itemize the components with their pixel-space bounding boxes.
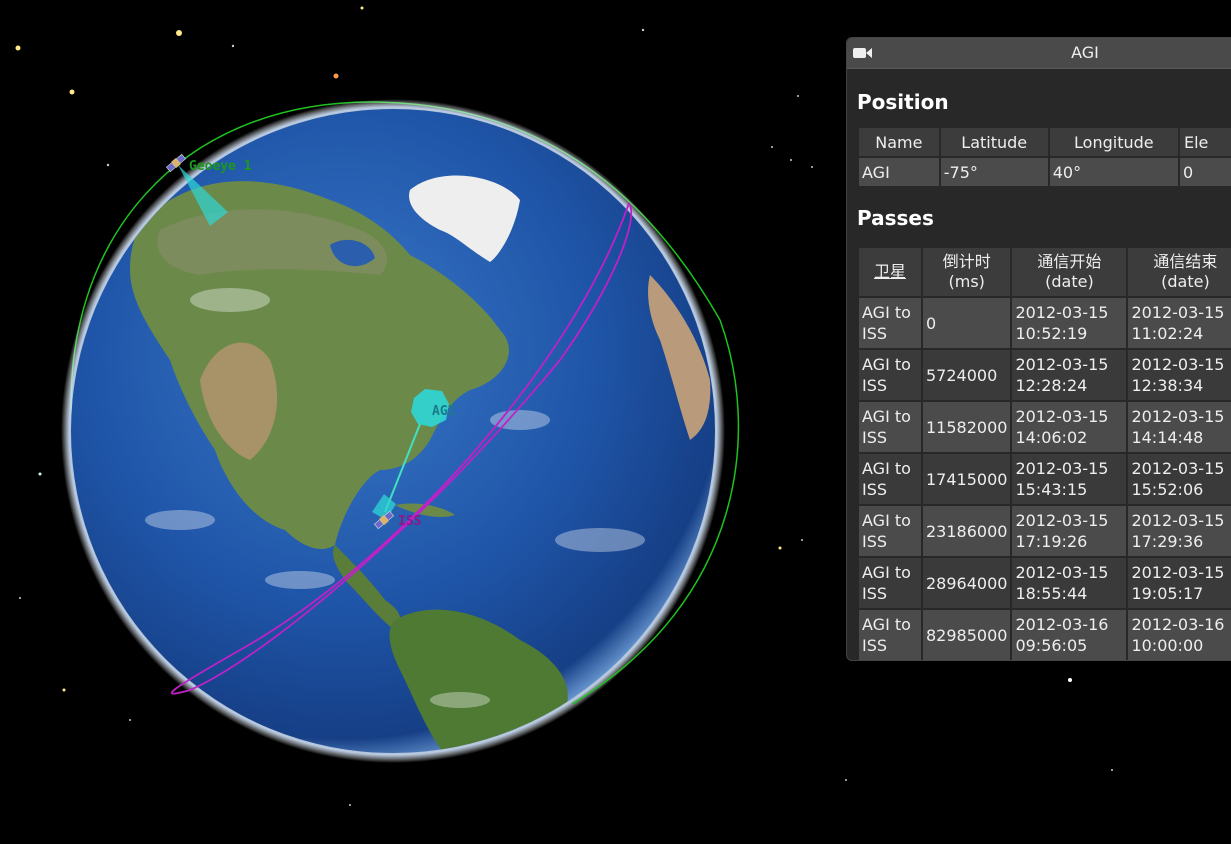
cell-start: 2012-03-15 14:06:02 (1012, 402, 1127, 452)
earth-globe (61, 99, 725, 763)
cell-start: 2012-03-15 10:52:19 (1012, 298, 1127, 348)
table-row: AGI to ISS 23186000 2012-03-15 17:19:26 2012-… (859, 506, 1231, 556)
cell-end: 2012-03-15 15:52:06 (1128, 454, 1231, 504)
position-heading: Position (857, 90, 949, 114)
cell-end: 2012-03-15 12:38:34 (1128, 350, 1231, 400)
panel-title: AGI (1071, 43, 1099, 62)
table-row: AGI to ISS 28964000 2012-03-15 18:55:44 2012-… (859, 558, 1231, 608)
cell-end: 2012-03-15 14:14:48 (1128, 402, 1231, 452)
panel-body: Position Name Latitude Longitude Ele AGI… (857, 68, 1231, 660)
col-name: Name (859, 128, 939, 156)
cell-start: 2012-03-16 09:56:05 (1012, 610, 1127, 660)
cell-start: 2012-03-15 12:28:24 (1012, 350, 1127, 400)
cell-countdown: 28964000 (923, 558, 1011, 608)
col-latitude: Latitude (940, 128, 1048, 156)
cell-start: 2012-03-15 17:19:26 (1012, 506, 1127, 556)
table-row: AGI -75° 40° 0 (859, 158, 1231, 186)
col-end: 通信结束 (date) (1128, 248, 1231, 296)
cell-satellite: AGI to ISS (859, 402, 921, 452)
cell-latitude: -75° (940, 158, 1048, 186)
table-row: AGI to ISS 5724000 2012-03-15 12:28:24 2012-0… (859, 350, 1231, 400)
cell-countdown: 11582000 (923, 402, 1011, 452)
iss-label: ISS (398, 514, 422, 529)
cell-satellite: AGI to ISS (859, 610, 921, 660)
cell-start: 2012-03-15 18:55:44 (1012, 558, 1127, 608)
geoeye-satellite-icon[interactable] (165, 153, 187, 173)
table-row: AGI to ISS 11582000 2012-03-15 14:06:02 2012-… (859, 402, 1231, 452)
cell-countdown: 17415000 (923, 454, 1011, 504)
cell-satellite: AGI to ISS (859, 558, 921, 608)
cell-countdown: 23186000 (923, 506, 1011, 556)
cell-end: 2012-03-15 11:02:24 (1128, 298, 1231, 348)
cell-countdown: 5724000 (923, 350, 1011, 400)
table-row: AGI to ISS 0 2012-03-15 10:52:19 2012-03-15 11… (859, 298, 1231, 348)
cell-elevation: 0 (1179, 158, 1231, 186)
cell-name: AGI (859, 158, 939, 186)
col-satellite: 卫星 (859, 248, 921, 296)
col-elevation: Ele (1179, 128, 1231, 156)
col-countdown: 倒计时 (ms) (923, 248, 1011, 296)
cell-satellite: AGI to ISS (859, 298, 921, 348)
position-table: Name Latitude Longitude Ele AGI -75° 40°… (857, 126, 1231, 188)
cell-end: 2012-03-15 19:05:17 (1128, 558, 1231, 608)
cell-countdown: 0 (923, 298, 1011, 348)
passes-table: 卫星 倒计时 (ms) 通信开始 (date) 通信结束 (date) AGI … (857, 246, 1231, 660)
cell-longitude: 40° (1049, 158, 1178, 186)
col-start: 通信开始 (date) (1012, 248, 1127, 296)
cell-countdown: 82985000 (923, 610, 1011, 660)
table-row: AGI to ISS 82985000 2012-03-16 09:56:05 2012-… (859, 610, 1231, 660)
cell-satellite: AGI to ISS (859, 506, 921, 556)
agi-label: AGI (432, 404, 455, 419)
passes-heading: Passes (857, 206, 934, 230)
geoeye-label: Geoeye 1 (189, 159, 252, 174)
panel-header: AGI (847, 38, 1231, 69)
table-row: AGI to ISS 17415000 2012-03-15 15:43:15 2012-… (859, 454, 1231, 504)
col-longitude: Longitude (1049, 128, 1178, 156)
cell-end: 2012-03-15 17:29:36 (1128, 506, 1231, 556)
info-panel: AGI Position Name Latitude Longitude Ele… (846, 37, 1231, 661)
cell-satellite: AGI to ISS (859, 454, 921, 504)
cell-satellite: AGI to ISS (859, 350, 921, 400)
cell-end: 2012-03-16 10:00:00 (1128, 610, 1231, 660)
cell-start: 2012-03-15 15:43:15 (1012, 454, 1127, 504)
